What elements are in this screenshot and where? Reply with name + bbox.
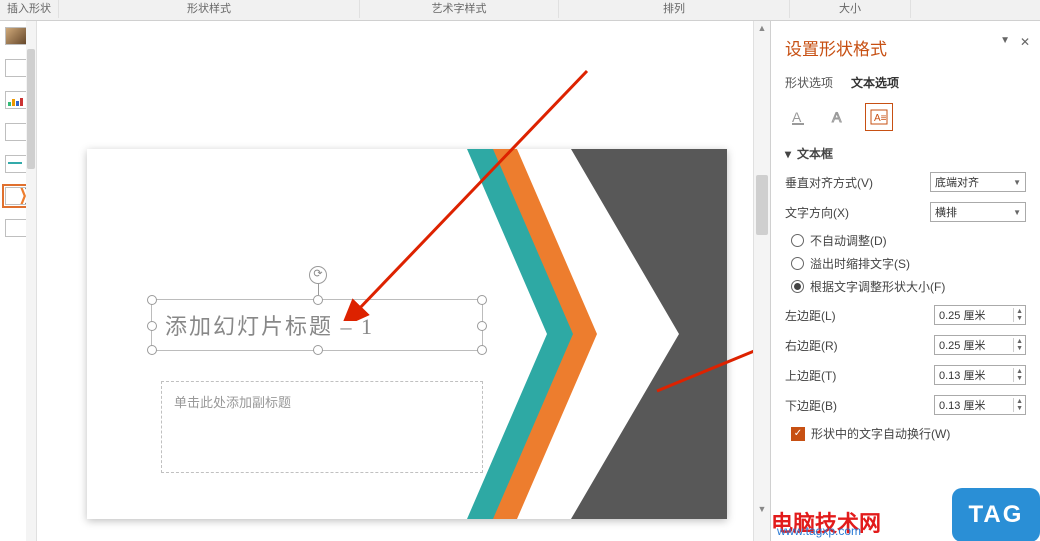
radio-icon (791, 234, 804, 247)
format-shape-panel: ▼ ✕ 设置形状格式 形状选项 文本选项 A A A≡ ▾ 文本框 垂直对齐方式… (770, 21, 1040, 541)
tag-badge: TAG (952, 488, 1040, 541)
resize-handle-s[interactable] (313, 345, 323, 355)
subtitle-text: 单击此处添加副标题 (162, 382, 482, 421)
resize-handle-w[interactable] (147, 321, 157, 331)
tab-text-options[interactable]: 文本选项 (851, 74, 899, 91)
text-fill-icon[interactable]: A (785, 103, 813, 131)
panel-close-icon[interactable]: ✕ (1020, 35, 1030, 49)
svg-text:A: A (792, 109, 802, 125)
chevron-down-icon: ▾ (785, 147, 791, 161)
svg-text:A: A (832, 109, 842, 125)
wrap-text-checkbox[interactable]: ✓ 形状中的文字自动换行(W) (791, 425, 1026, 442)
slide-thumbnails (0, 21, 37, 541)
slide-canvas[interactable]: ⟳ 添加幻灯片标题 – 1 单击此处添加副标题 (87, 149, 727, 519)
slide-edit-area: ⟳ 添加幻灯片标题 – 1 单击此处添加副标题 ▲ ▼ (37, 21, 770, 541)
autofit-shrink[interactable]: 溢出时缩排文字(S) (791, 255, 1026, 272)
margin-left-label: 左边距(L) (785, 307, 836, 324)
margin-right-input[interactable]: 0.25 厘米▲▼ (934, 335, 1026, 355)
margin-bottom-label: 下边距(B) (785, 397, 837, 414)
dropdown-icon: ▼ (1013, 178, 1021, 187)
ribbon-group-strip: 插入形状形状样式艺术字样式排列大小 (0, 0, 1040, 21)
svg-text:A≡: A≡ (874, 113, 887, 124)
textbox-icon[interactable]: A≡ (865, 103, 893, 131)
tab-shape-options[interactable]: 形状选项 (785, 74, 833, 91)
resize-handle-ne[interactable] (477, 295, 487, 305)
panel-title: 设置形状格式 (785, 35, 1026, 60)
selection-outline: ⟳ (151, 299, 483, 351)
autofit-resize[interactable]: 根据文字调整形状大小(F) (791, 278, 1026, 295)
ribbon-group-label: 大小 (790, 0, 911, 18)
text-effects-icon[interactable]: A (825, 103, 853, 131)
scroll-up-icon[interactable]: ▲ (754, 21, 770, 35)
checkbox-checked-icon: ✓ (791, 427, 805, 441)
rotate-handle[interactable]: ⟳ (309, 266, 327, 284)
ribbon-group-label: 插入形状 (0, 0, 59, 18)
panel-menu-icon[interactable]: ▼ (1000, 35, 1010, 46)
resize-handle-nw[interactable] (147, 295, 157, 305)
resize-handle-n[interactable] (313, 295, 323, 305)
canvas-scrollbar[interactable]: ▲ ▼ (753, 21, 770, 541)
title-textbox-selected[interactable]: ⟳ 添加幻灯片标题 – 1 (157, 305, 477, 345)
thumb-scrollbar[interactable] (26, 21, 36, 541)
ribbon-group-label: 艺术字样式 (360, 0, 559, 18)
margin-top-input[interactable]: 0.13 厘米▲▼ (934, 365, 1026, 385)
watermark-url: www.tagxp.com (777, 524, 861, 538)
valign-label: 垂直对齐方式(V) (785, 174, 873, 191)
dropdown-icon: ▼ (1013, 208, 1021, 217)
subtitle-placeholder[interactable]: 单击此处添加副标题 (161, 381, 483, 473)
scroll-down-icon[interactable]: ▼ (754, 502, 770, 516)
panel-tabs: 形状选项 文本选项 (785, 74, 1026, 91)
radio-icon-selected (791, 280, 804, 293)
autofit-none[interactable]: 不自动调整(D) (791, 232, 1026, 249)
radio-icon (791, 257, 804, 270)
resize-handle-se[interactable] (477, 345, 487, 355)
valign-select[interactable]: 底端对齐▼ (930, 172, 1026, 192)
margin-left-input[interactable]: 0.25 厘米▲▼ (934, 305, 1026, 325)
ribbon-group-label: 形状样式 (59, 0, 360, 18)
section-textbox-header[interactable]: ▾ 文本框 (785, 145, 1026, 162)
margin-bottom-input[interactable]: 0.13 厘米▲▼ (934, 395, 1026, 415)
resize-handle-sw[interactable] (147, 345, 157, 355)
margin-right-label: 右边距(R) (785, 337, 838, 354)
textdir-label: 文字方向(X) (785, 204, 849, 221)
textdir-select[interactable]: 横排▼ (930, 202, 1026, 222)
margin-top-label: 上边距(T) (785, 367, 836, 384)
ribbon-group-label: 排列 (559, 0, 790, 18)
section-label: 文本框 (797, 145, 833, 162)
resize-handle-e[interactable] (477, 321, 487, 331)
